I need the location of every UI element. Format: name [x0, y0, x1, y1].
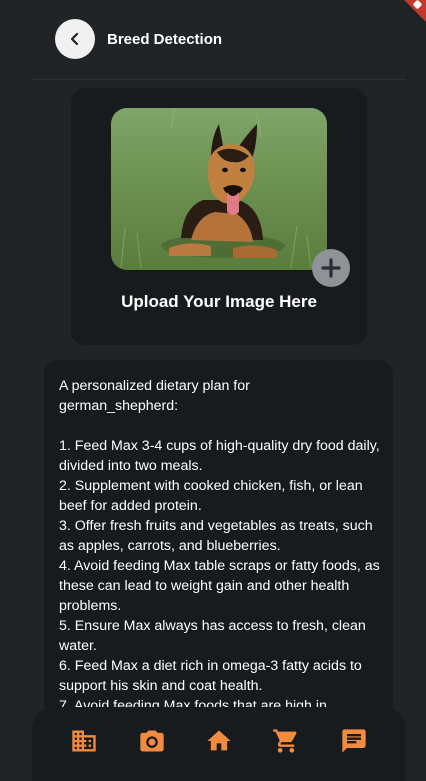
diet-plan-text: A personalized dietary plan for german_s…: [59, 378, 380, 714]
plus-icon: [321, 258, 341, 278]
nav-cart-button[interactable]: [271, 726, 301, 756]
building-icon: [72, 730, 96, 752]
diet-plan-card: A personalized dietary plan for german_s…: [44, 360, 393, 720]
header-divider: [32, 79, 406, 80]
nav-camera-button[interactable]: [137, 726, 167, 756]
cart-icon: [273, 729, 297, 753]
dog-photo: [111, 108, 327, 270]
add-image-button[interactable]: [312, 249, 350, 287]
header: Breed Detection: [55, 19, 222, 59]
camera-icon: [139, 730, 164, 752]
nav-chat-button[interactable]: [339, 726, 369, 756]
upload-card[interactable]: Upload Your Image Here: [71, 88, 367, 345]
back-button[interactable]: [55, 19, 95, 59]
chat-icon: [341, 729, 366, 753]
nav-home-button[interactable]: [204, 726, 234, 756]
nav-building-button[interactable]: [69, 726, 99, 756]
chevron-left-icon: [70, 32, 79, 46]
bottom-nav: [32, 707, 406, 781]
page-title: Breed Detection: [107, 30, 223, 48]
upload-label: Upload Your Image Here: [121, 292, 317, 311]
home-icon: [207, 730, 231, 751]
